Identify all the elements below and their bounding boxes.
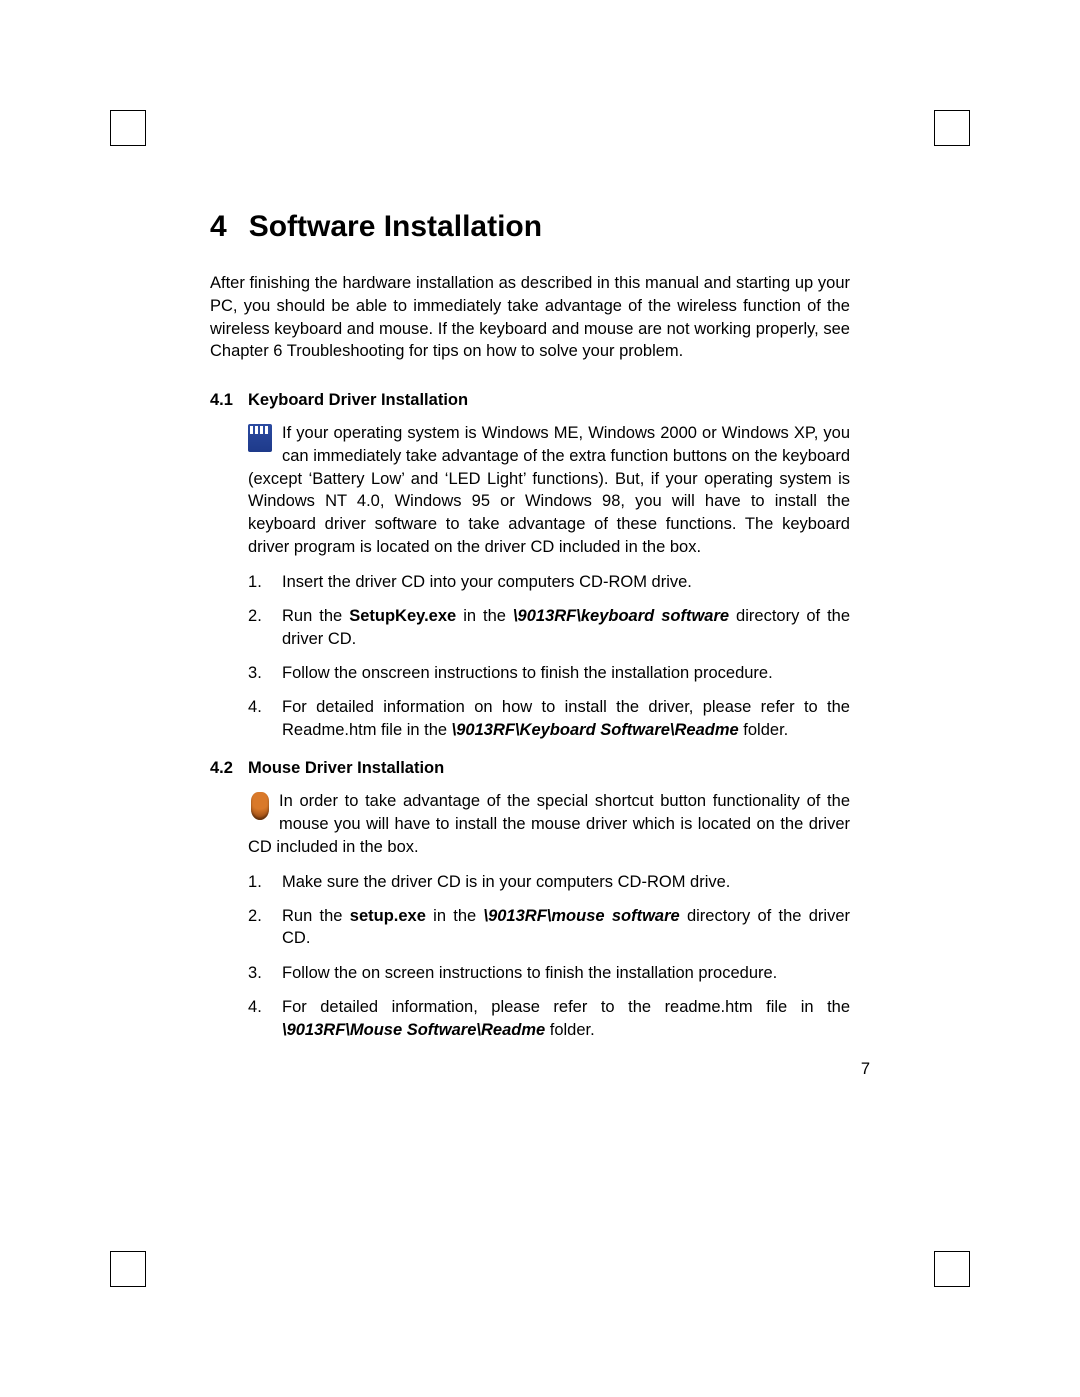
section: 4.2Mouse Driver Installation In order to … — [210, 759, 850, 1041]
keyboard-icon — [248, 424, 272, 452]
step-item: Make sure the driver CD is in your compu… — [248, 871, 850, 893]
text-run: in the — [456, 607, 513, 625]
text-run: \9013RF\mouse software — [484, 907, 680, 925]
chapter-title: Software Installation — [249, 210, 542, 243]
section: 4.1Keyboard Driver Installation If your o… — [210, 391, 850, 741]
crop-mark-top-right — [934, 110, 970, 146]
step-item: Follow the on screen instructions to fin… — [248, 962, 850, 984]
step-item: Insert the driver CD into your computers… — [248, 571, 850, 593]
text-run: If your operating system is Windows ME, … — [248, 424, 850, 556]
text-run: SetupKey.exe — [349, 607, 456, 625]
text-run: Run the — [282, 907, 350, 925]
crop-mark-bottom-left — [110, 1251, 146, 1287]
page-number: 7 — [861, 1060, 870, 1079]
step-item: Run the setup.exe in the \9013RF\mouse s… — [248, 905, 850, 950]
crop-mark-top-left — [110, 110, 146, 146]
text-run: For detailed information, please refer t… — [282, 998, 850, 1016]
text-run: in the — [426, 907, 484, 925]
page-content: 4 Software Installation After finishing t… — [210, 210, 850, 1059]
step-list: Insert the driver CD into your computers… — [248, 571, 850, 742]
section-title: Keyboard Driver Installation — [248, 391, 468, 410]
section-heading: 4.2Mouse Driver Installation — [210, 759, 850, 778]
step-item: Run the SetupKey.exe in the \9013RF\keyb… — [248, 605, 850, 650]
section-body: If your operating system is Windows ME, … — [248, 422, 850, 741]
text-run: In order to take advantage of the specia… — [248, 792, 850, 856]
chapter-heading: 4 Software Installation — [210, 210, 850, 244]
step-item: Follow the onscreen instructions to fini… — [248, 662, 850, 684]
section-title: Mouse Driver Installation — [248, 759, 444, 778]
text-run: \9013RF\Mouse Software\Readme — [282, 1021, 545, 1039]
chapter-number: 4 — [210, 210, 227, 243]
section-heading: 4.1Keyboard Driver Installation — [210, 391, 850, 410]
text-run: folder. — [739, 721, 789, 739]
text-run: Follow the on screen instructions to fin… — [282, 964, 777, 982]
text-run: Run the — [282, 607, 349, 625]
text-run: folder. — [545, 1021, 595, 1039]
text-run: Insert the driver CD into your computers… — [282, 573, 692, 591]
text-run: \9013RF\keyboard software — [513, 607, 729, 625]
section-number: 4.2 — [210, 759, 248, 778]
section-number: 4.1 — [210, 391, 248, 410]
text-run: Make sure the driver CD is in your compu… — [282, 873, 730, 891]
mouse-icon — [251, 792, 269, 820]
text-run: setup.exe — [350, 907, 426, 925]
step-item: For detailed information on how to insta… — [248, 696, 850, 741]
text-run: Follow the onscreen instructions to fini… — [282, 664, 773, 682]
section-lead: If your operating system is Windows ME, … — [248, 422, 850, 559]
step-list: Make sure the driver CD is in your compu… — [248, 871, 850, 1042]
crop-mark-bottom-right — [934, 1251, 970, 1287]
chapter-intro: After finishing the hardware installatio… — [210, 272, 850, 363]
step-item: For detailed information, please refer t… — [248, 996, 850, 1041]
section-body: In order to take advantage of the specia… — [248, 790, 850, 1041]
section-lead: In order to take advantage of the specia… — [248, 790, 850, 858]
text-run: \9013RF\Keyboard Software\Readme — [452, 721, 739, 739]
